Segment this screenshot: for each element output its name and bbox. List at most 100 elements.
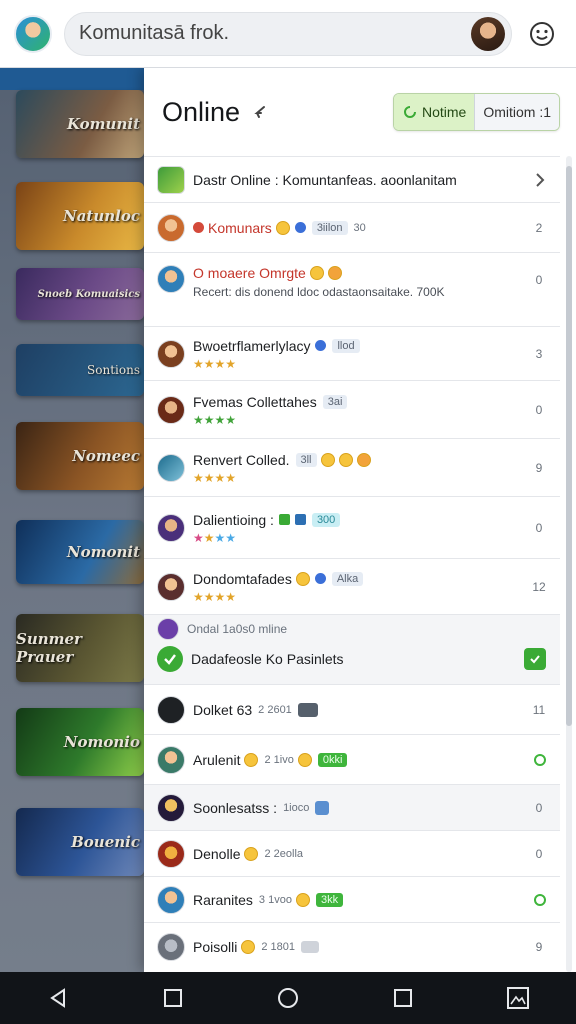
list-item[interactable]: Dolket 63 2 2601 11 bbox=[144, 684, 560, 734]
emoji-icon bbox=[338, 452, 353, 467]
badge-icon bbox=[294, 514, 306, 525]
toggle-notime[interactable]: Notime bbox=[393, 94, 475, 130]
online-tag: 0kki bbox=[317, 752, 348, 767]
left-strip-header bbox=[0, 68, 150, 90]
badge-icon bbox=[315, 340, 327, 351]
online-status-icon bbox=[534, 893, 546, 906]
user-name: Poisolli bbox=[193, 938, 238, 955]
list-item[interactable]: Arulenit 2 1ivo 0kki bbox=[144, 734, 560, 784]
avatar bbox=[157, 932, 185, 961]
community-banner[interactable]: Nomeec bbox=[16, 422, 144, 490]
community-banner[interactable]: Komunit bbox=[16, 90, 144, 158]
count-label: 0 bbox=[535, 520, 543, 535]
community-icon bbox=[157, 165, 185, 194]
list-item[interactable]: Dalientioing : 300 ★★★★ 0 bbox=[144, 496, 560, 558]
smile-icon[interactable] bbox=[522, 14, 562, 54]
user-tag: 3ai bbox=[322, 394, 348, 409]
user-name: Dolket 63 bbox=[193, 701, 253, 718]
user-tag: llod bbox=[332, 338, 360, 353]
list-item-label: Dastr Online : Komuntanfeas. aoonlanitam bbox=[193, 171, 457, 188]
toggle-omitiom[interactable]: Omitiom :1 bbox=[474, 94, 559, 130]
avatar bbox=[157, 695, 185, 724]
avatar bbox=[157, 265, 185, 293]
checked-row[interactable]: Dadafeosle Ko Pasinlets bbox=[157, 639, 546, 679]
community-banner[interactable]: Sontions bbox=[16, 344, 144, 396]
list-item[interactable]: Bwoetrflamerlylacy llod ★★★★ 3 bbox=[144, 326, 560, 380]
page-title: Online bbox=[162, 96, 241, 127]
list-item[interactable]: Denolle 2 2eolla 0 bbox=[144, 830, 560, 876]
user-tag: 3iilon bbox=[311, 220, 348, 235]
user-name: Dadafeosle Ko Pasinlets bbox=[191, 651, 344, 667]
user-name: Komunars bbox=[208, 219, 272, 236]
community-banner[interactable]: Bouenic bbox=[16, 808, 144, 876]
community-banner[interactable]: Nomonio bbox=[16, 708, 144, 776]
status-dot bbox=[193, 222, 204, 233]
user-name: Renvert Colled. bbox=[193, 451, 290, 468]
emoji-icon bbox=[295, 571, 310, 586]
user-name: O moaere Omrgte bbox=[193, 265, 306, 281]
list-item[interactable]: Poisolli 2 1801 9 bbox=[144, 922, 560, 970]
toggle-on-label: Notime bbox=[421, 104, 467, 120]
avatar bbox=[157, 618, 179, 640]
count-label: 0 bbox=[535, 800, 543, 815]
count-label: 9 bbox=[535, 939, 543, 954]
emoji-icon bbox=[244, 846, 259, 861]
list-item[interactable]: Komunars 3iilon 30 2 bbox=[144, 202, 560, 252]
rating-stars: ★★★★ bbox=[193, 412, 237, 427]
community-banner[interactable]: Sunmer Prauer bbox=[16, 614, 144, 682]
panel-header: Online Notime Omitiom :1 bbox=[144, 68, 576, 156]
list-item[interactable]: Renvert Colled. 3ll ★★★★ 9 bbox=[144, 438, 560, 496]
list-item[interactable]: Dastr Online : Komuntanfeas. aoonlanitam bbox=[144, 156, 560, 202]
media-thumb bbox=[301, 940, 320, 953]
user-tag: 300 bbox=[311, 512, 341, 527]
top-bar bbox=[0, 0, 576, 68]
selected-checkbox[interactable] bbox=[524, 648, 546, 670]
toggle-off-label: Omitiom :1 bbox=[483, 104, 551, 120]
scrollbar[interactable] bbox=[566, 156, 572, 972]
emoji-icon bbox=[356, 452, 371, 467]
emoji-icon bbox=[295, 892, 310, 907]
user-status-text: Recert: dis donend ldoc odastaonsaitake.… bbox=[193, 285, 445, 299]
screenshot-nav-icon[interactable] bbox=[504, 984, 532, 1012]
online-status-toggle[interactable]: Notime Omitiom :1 bbox=[392, 93, 560, 131]
count-label: 3 bbox=[535, 346, 543, 361]
back-arrow-icon[interactable] bbox=[252, 101, 274, 123]
community-banner[interactable]: Natunloc bbox=[16, 182, 144, 250]
user-meta: 2 2601 bbox=[258, 703, 292, 716]
community-banner[interactable]: Nomonit bbox=[16, 520, 144, 584]
scrollbar-thumb[interactable] bbox=[566, 166, 572, 726]
badge-icon bbox=[278, 514, 290, 525]
avatar bbox=[157, 885, 185, 914]
chevron-right-icon[interactable] bbox=[534, 172, 546, 187]
search-input[interactable] bbox=[79, 22, 471, 45]
profile-avatar[interactable] bbox=[14, 14, 52, 53]
user-name: Raranites bbox=[193, 891, 253, 908]
avatar bbox=[157, 395, 185, 424]
badge-icon bbox=[294, 222, 306, 233]
list-item[interactable]: O moaere Omrgte Recert: dis donend ldoc … bbox=[144, 252, 560, 326]
avatar bbox=[157, 213, 185, 242]
avatar bbox=[157, 572, 185, 601]
emoji-icon bbox=[244, 752, 259, 767]
checkmark-circle-icon bbox=[157, 646, 183, 672]
list-item[interactable]: Raranites 3 1voo 3kk bbox=[144, 876, 560, 922]
search-user-avatar[interactable] bbox=[471, 16, 505, 51]
community-banner[interactable]: Snoeb Komuaisics bbox=[16, 268, 144, 320]
list-item-selected[interactable]: Ondal 1a0s0 mline Dadafeosle Ko Pasinlet… bbox=[144, 614, 560, 684]
list-item[interactable]: Soonlesatss : 1ioco 0 bbox=[144, 784, 560, 830]
user-name: Dalientioing : bbox=[193, 511, 274, 528]
avatar bbox=[157, 339, 185, 368]
rating-stars: ★★★★ bbox=[193, 589, 237, 604]
user-meta: 2 1ivo bbox=[264, 753, 294, 766]
home-nav-icon[interactable] bbox=[274, 984, 302, 1012]
list-item[interactable]: Dondomtafades Alka ★★★★ 12 bbox=[144, 558, 560, 614]
search-bar[interactable] bbox=[64, 11, 512, 56]
list-item[interactable]: Fvemas Collettahes 3ai ★★★★ 0 bbox=[144, 380, 560, 438]
recents-nav-icon[interactable] bbox=[389, 984, 417, 1012]
square-nav-icon[interactable] bbox=[159, 984, 187, 1012]
back-nav-icon[interactable] bbox=[44, 984, 72, 1012]
user-tag: Alka bbox=[331, 571, 364, 586]
user-name: Soonlesatss : bbox=[193, 799, 278, 816]
thumbs-up-emoji-icon bbox=[309, 266, 324, 280]
avatar bbox=[157, 453, 185, 482]
